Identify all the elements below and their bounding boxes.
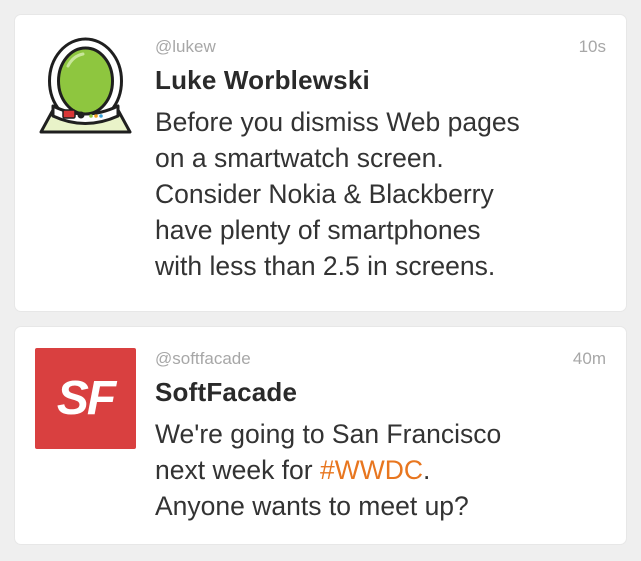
tweet-text-line: have plenty of smartphones <box>155 215 481 245</box>
tweet-timestamp: 10s <box>578 37 606 56</box>
tweet-text-line: Before you dismiss Web pages <box>155 107 520 137</box>
tweet-text-line: Anyone wants to meet up? <box>155 491 469 521</box>
tweet-text-line: We're going to San Francisco <box>155 419 502 449</box>
tweet-text: We're going to San Francisco next week f… <box>155 416 605 524</box>
tweet-text-segment: . <box>423 455 431 485</box>
tweet-handle[interactable]: @lukew <box>155 37 216 57</box>
hashtag-link[interactable]: #WWDC <box>320 455 423 485</box>
tweet-text-line: with less than 2.5 in screens. <box>155 251 496 281</box>
tweet-feed: @lukew 10s Luke Worblewski Before you di… <box>0 0 641 561</box>
astronaut-avatar-icon[interactable] <box>35 36 136 137</box>
tweet-text-line: on a smartwatch screen. <box>155 143 444 173</box>
tweet-timestamp: 40m <box>572 349 606 368</box>
tweet-text-line: Consider Nokia & Blackberry <box>155 179 494 209</box>
softfacade-logo-icon[interactable]: SF <box>35 348 136 449</box>
tweet-card[interactable]: @lukew 10s Luke Worblewski Before you di… <box>15 15 626 311</box>
tweet-handle[interactable]: @softfacade <box>155 349 251 369</box>
tweet-text: Before you dismiss Web pages on a smartw… <box>155 104 605 284</box>
tweet-author-name[interactable]: SoftFacade <box>155 377 297 408</box>
tweet-author-name[interactable]: Luke Worblewski <box>155 65 370 96</box>
tweet-text-segment: next week for <box>155 455 320 485</box>
tweet-card[interactable]: SF @softfacade 40m SoftFacade We're goin… <box>15 327 626 544</box>
tweet-text-line: next week for #WWDC. <box>155 452 605 488</box>
logo-text: SF <box>56 372 116 425</box>
